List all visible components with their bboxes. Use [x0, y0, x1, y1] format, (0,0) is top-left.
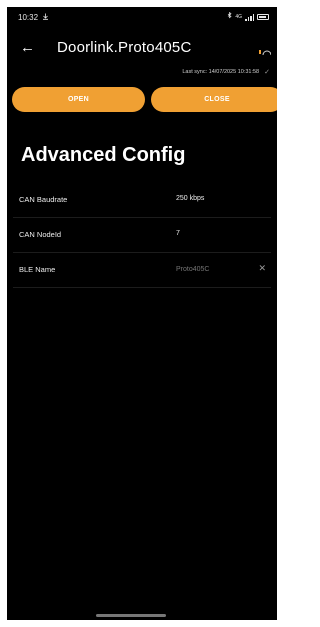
check-icon: ✓ — [264, 69, 270, 76]
bluetooth-icon — [227, 11, 232, 22]
last-sync: Last sync: 14/07/2025 10:31:58 ✓ — [182, 68, 270, 76]
battery-icon — [257, 14, 269, 20]
clear-x-icon[interactable]: ✕ — [258, 263, 266, 274]
config-value: 7 — [176, 230, 180, 237]
config-row-ble-name: BLE Name ✕ — [13, 253, 271, 288]
app-screen: 10:32 4G ← Doorlink.Proto405C Last sync:… — [7, 7, 277, 620]
open-button-label: OPEN — [67, 96, 90, 103]
status-time: 10:32 — [18, 12, 39, 22]
ble-name-input[interactable] — [174, 261, 258, 277]
config-value: 250 kbps — [176, 195, 205, 202]
signal-icon — [245, 13, 254, 21]
config-list: CAN Baudrate 250 kbps CAN NodeId 7 BLE N… — [7, 183, 277, 288]
device-title: Doorlink.Proto405C — [57, 39, 192, 56]
network-label: 4G — [235, 14, 242, 20]
config-label: BLE Name — [19, 265, 56, 274]
config-label: CAN NodeId — [19, 230, 62, 239]
config-row-can-baudrate[interactable]: CAN Baudrate 250 kbps — [13, 183, 271, 218]
connection-status-icon[interactable] — [259, 43, 272, 56]
back-arrow-icon[interactable]: ← — [20, 39, 35, 57]
open-button[interactable]: OPEN — [12, 87, 145, 112]
status-bar: 10:32 4G — [7, 7, 277, 27]
status-bar-right: 4G — [227, 11, 269, 22]
last-sync-text: Last sync: 14/07/2025 10:31:58 — [182, 69, 260, 75]
page-title: Advanced Config — [21, 144, 186, 166]
config-row-can-nodeid[interactable]: CAN NodeId 7 — [13, 218, 271, 253]
close-button[interactable]: CLOSE — [151, 87, 277, 112]
status-bar-left: 10:32 — [18, 13, 49, 22]
config-label: CAN Baudrate — [19, 195, 68, 204]
home-indicator[interactable] — [96, 614, 166, 617]
close-button-label: CLOSE — [204, 96, 230, 103]
download-arrow-icon — [42, 13, 49, 22]
app-header: ← Doorlink.Proto405C — [7, 37, 277, 61]
